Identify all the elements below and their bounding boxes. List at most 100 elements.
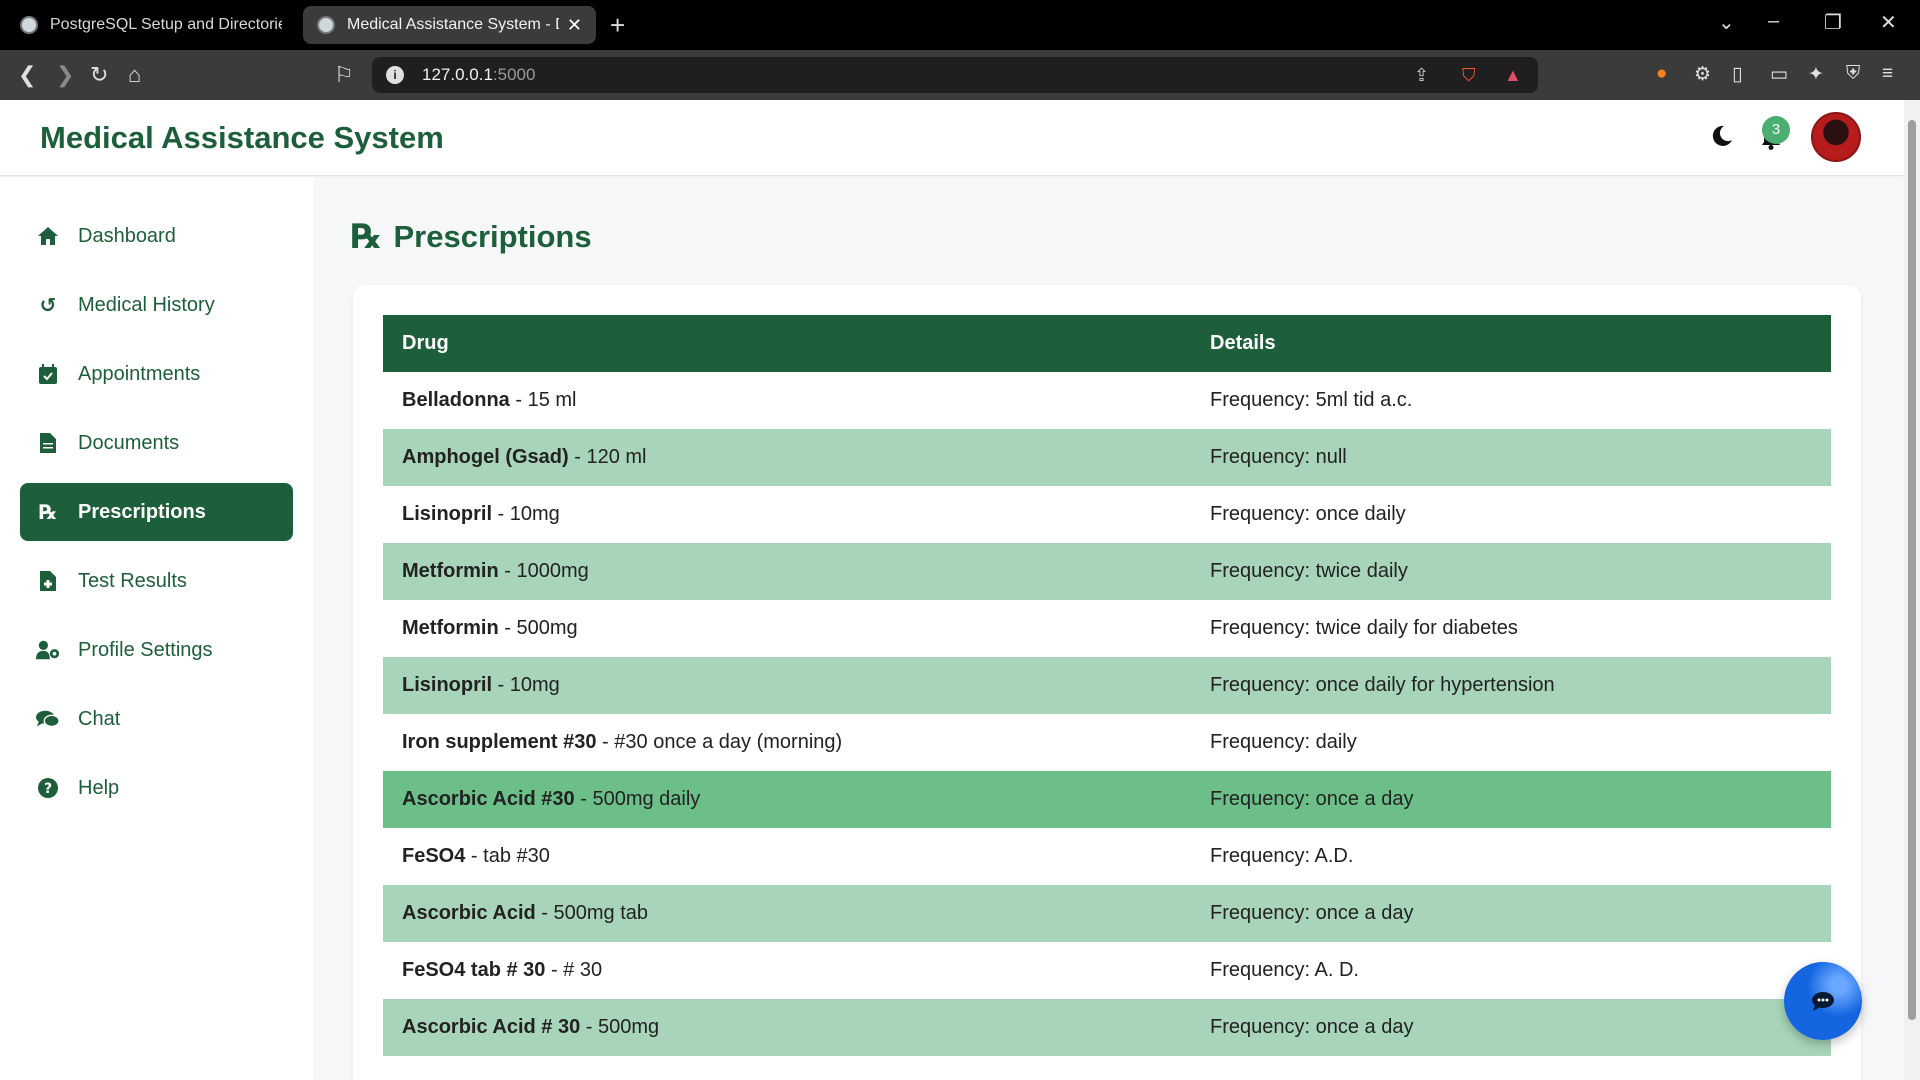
browser-toolbar: ❮ ❯ ↻ ⌂ ⚐ i 127.0.0.1:5000 ⇪ ⛉ ▲ ● ⚙ ▯ ▭… [0,50,1920,100]
question-icon: ? [36,776,60,800]
table-row[interactable]: Metformin - 1000mg Frequency: twice dail… [383,543,1831,600]
sidebar-item-label: Appointments [78,362,201,385]
table-row[interactable]: FeSO4 tab # 30 - # 30 Frequency: A. D. [383,942,1831,999]
minimize-icon[interactable]: – [1768,10,1779,33]
tab-favicon-icon [20,16,38,34]
bookmark-icon[interactable]: ⚐ [334,62,354,88]
url-host: 127.0.0.1 [422,65,493,84]
table-row[interactable]: Lisinopril - 10mg Frequency: once daily … [383,657,1831,714]
site-info-icon[interactable]: i [386,66,404,84]
details-cell: Frequency: 5ml tid a.c. [1210,389,1413,411]
drug-cell: Metformin - 1000mg [383,543,1191,600]
drug-name: Ascorbic Acid [402,902,536,924]
details-cell: Frequency: null [1191,429,1831,486]
brave-rewards-icon[interactable]: ▲ [1504,65,1522,86]
dark-mode-toggle-icon[interactable] [1710,124,1734,148]
tab-list-chevron-icon[interactable]: ⌄ [1718,10,1735,35]
drug-cell: Ascorbic Acid # 30 - 500mg [383,999,1191,1056]
drug-cell: Lisinopril - 10mg [383,486,1191,543]
table-row[interactable]: FeSO4 - tab #30 Frequency: A.D. [383,828,1831,885]
details-cell: Frequency: twice daily for diabetes [1210,617,1518,639]
share-icon[interactable]: ⇪ [1414,65,1429,86]
sidebar-item-appointments[interactable]: Appointments [20,345,293,403]
forward-icon[interactable]: ❯ [56,62,74,88]
window-close-icon[interactable]: ✕ [1880,10,1897,35]
menu-icon[interactable]: ≡ [1882,63,1893,85]
table-row[interactable]: Belladonna - 15 ml Frequency: 5ml tid a.… [383,372,1831,429]
drug-name: FeSO4 [402,845,466,867]
comments-icon [36,707,60,731]
sidebar-item-help[interactable]: ? Help [20,759,293,817]
drug-cell: Ascorbic Acid - 500mg tab [383,885,1191,942]
table-row[interactable]: Amphogel (Gsad) - 120 ml Frequency: null [383,429,1831,486]
sidebar-item-label: Test Results [78,569,187,592]
sidebar-item-test-results[interactable]: Test Results [20,552,293,610]
table-row[interactable]: Ascorbic Acid - 500mg tab Frequency: onc… [383,885,1831,942]
notification-count-badge: 3 [1762,116,1790,144]
brave-shield-icon[interactable]: ⛉ [1462,65,1476,86]
sidebar-item-label: Chat [78,707,121,730]
page-scrollbar[interactable] [1904,100,1920,1080]
drug-cell: Lisinopril - 10mg [383,657,1191,714]
wallet-icon[interactable]: ▭ [1770,63,1788,86]
new-tab-icon[interactable]: + [610,10,625,41]
home-icon [36,224,60,248]
app-title: Medical Assistance System [40,120,444,155]
column-header-drug: Drug [383,315,1191,372]
home-browser-icon[interactable]: ⌂ [128,62,141,88]
drug-cell: Amphogel (Gsad) - 120 ml [383,429,1191,486]
sidebar-item-prescriptions[interactable]: ℞ Prescriptions [20,483,293,541]
prescriptions-table: Drug Details Belladonna - 15 ml Frequenc… [383,315,1831,1056]
details-cell: Frequency: A. D. [1210,959,1359,981]
sidebar-item-label: Help [78,776,120,799]
sidebar-item-medical-history[interactable]: ↺ Medical History [20,276,293,334]
sidebar-item-dashboard[interactable]: Dashboard [20,207,293,265]
drug-name: Belladonna [402,389,510,411]
drug-cell: Iron supplement #30 - #30 once a day (mo… [383,714,1191,771]
sidebar-item-label: Profile Settings [78,638,213,661]
svg-text:?: ? [44,781,52,797]
drug-dose: - 10mg [492,674,560,696]
user-avatar[interactable] [1811,112,1861,162]
sidebar-item-label: Dashboard [78,224,176,247]
chat-fab-button[interactable] [1784,962,1862,1040]
details-cell: Frequency: once daily for hypertension [1191,657,1831,714]
address-bar[interactable]: i 127.0.0.1:5000 ⇪ ⛉ ▲ [372,57,1538,93]
extensions-puzzle-icon[interactable]: ⚙ [1694,63,1711,86]
drug-cell: FeSO4 tab # 30 - # 30 [383,942,1191,999]
sidebar-toggle-icon[interactable]: ▯ [1732,63,1742,86]
browser-tab-postgresql[interactable]: PostgreSQL Setup and Directories [6,6,296,44]
browser-tab-bar: PostgreSQL Setup and Directories Medical… [0,0,1920,50]
drug-name: Lisinopril [402,503,492,525]
vpn-icon[interactable]: ⛨ [1846,63,1860,85]
drug-dose: - 10mg [492,503,560,525]
scrollbar-thumb[interactable] [1908,120,1916,1020]
file-medical-icon [36,569,60,593]
browser-tab-medical[interactable]: Medical Assistance System - Da ✕ [303,6,596,44]
sidebar-item-profile-settings[interactable]: Profile Settings [20,621,293,679]
reload-icon[interactable]: ↻ [90,62,108,88]
table-row[interactable]: Lisinopril - 10mg Frequency: once daily [383,486,1831,543]
restore-icon[interactable]: ❐ [1824,10,1842,35]
sidebar: Dashboard ↺ Medical History Appointments… [0,177,313,1080]
prescription-icon: ℞ [39,501,57,524]
table-row[interactable]: Ascorbic Acid #30 - 500mg daily Frequenc… [383,771,1831,828]
drug-dose: - 500mg daily [574,788,701,810]
app-header: Medical Assistance System 3 [0,100,1904,176]
main-content: ℞ Prescriptions Drug Details Belladonna … [313,177,1904,1080]
close-tab-icon[interactable]: ✕ [567,15,582,36]
drug-cell: Belladonna - 15 ml [383,372,1191,429]
back-icon[interactable]: ❮ [18,62,36,88]
sidebar-item-chat[interactable]: Chat [20,690,293,748]
drug-cell: FeSO4 - tab #30 [383,828,1191,885]
extension-icon[interactable]: ● [1656,63,1667,85]
table-row[interactable]: Ascorbic Acid # 30 - 500mg Frequency: on… [383,999,1831,1056]
sidebar-item-label: Documents [78,431,180,454]
drug-name: Iron supplement #30 [402,731,597,753]
leo-ai-icon[interactable]: ✦ [1808,63,1824,86]
table-row[interactable]: Metformin - 500mg Frequency: twice daily… [383,600,1831,657]
details-cell: Frequency: once daily [1210,503,1406,525]
sidebar-item-documents[interactable]: Documents [20,414,293,472]
table-row[interactable]: Iron supplement #30 - #30 once a day (mo… [383,714,1831,771]
drug-name: Ascorbic Acid # 30 [402,1016,581,1038]
